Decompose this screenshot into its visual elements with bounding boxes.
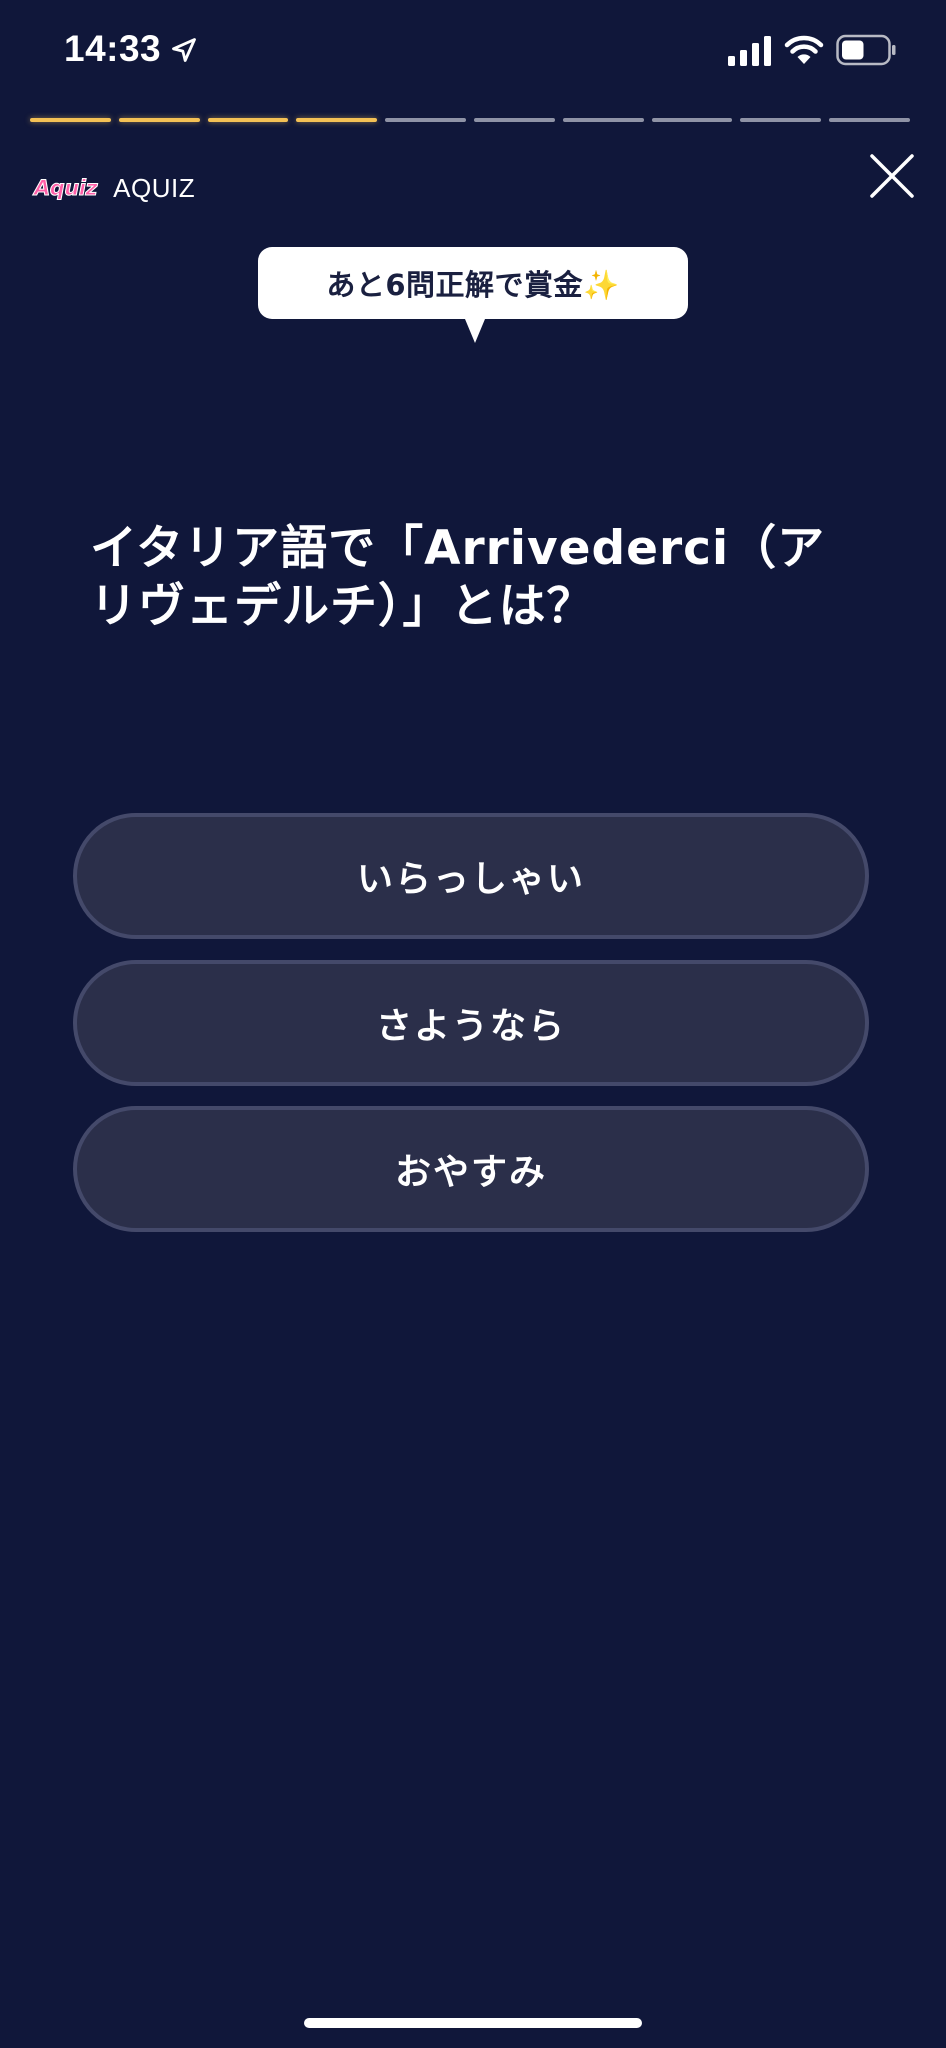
answer-button-3[interactable]: おやすみ bbox=[73, 1106, 869, 1232]
location-arrow-icon bbox=[172, 38, 196, 62]
answer-label: さようなら bbox=[375, 1006, 566, 1047]
brand: Aquiz AQUIZ bbox=[33, 166, 196, 210]
question-text: イタリア語で「Arrivederci（アリヴェデルチ）」とは？ bbox=[90, 521, 826, 634]
wifi-icon bbox=[784, 35, 824, 64]
progress-segment bbox=[740, 118, 822, 122]
progress-segment bbox=[473, 118, 555, 122]
answer-label: おやすみ bbox=[394, 1152, 547, 1193]
answer-button-2[interactable]: さようなら bbox=[73, 960, 869, 1086]
status-bar: 14:33 bbox=[0, 0, 946, 104]
hint-text: あと6問正解で賞金✨ bbox=[326, 268, 620, 302]
cellular-signal-icon bbox=[728, 36, 771, 66]
progress-segment bbox=[562, 118, 644, 122]
quiz-progress-bar bbox=[30, 118, 910, 124]
battery-icon bbox=[836, 34, 896, 66]
progress-segment bbox=[118, 118, 200, 122]
answer-label: いらっしゃい bbox=[356, 859, 585, 900]
progress-segment bbox=[296, 118, 378, 122]
brand-name: AQUIZ bbox=[113, 172, 196, 203]
progress-segment bbox=[207, 118, 289, 122]
home-indicator[interactable] bbox=[304, 2018, 642, 2028]
status-time: 14:33 bbox=[64, 28, 162, 69]
answer-button-1[interactable]: いらっしゃい bbox=[73, 813, 869, 939]
progress-segment bbox=[385, 118, 466, 122]
aquiz-logo: Aquiz bbox=[33, 176, 98, 201]
hint-bubble: あと6問正解で賞金✨ bbox=[258, 247, 688, 343]
progress-segment bbox=[651, 118, 733, 122]
progress-segment bbox=[30, 118, 111, 122]
close-icon[interactable] bbox=[866, 150, 918, 202]
progress-segment bbox=[829, 118, 910, 122]
